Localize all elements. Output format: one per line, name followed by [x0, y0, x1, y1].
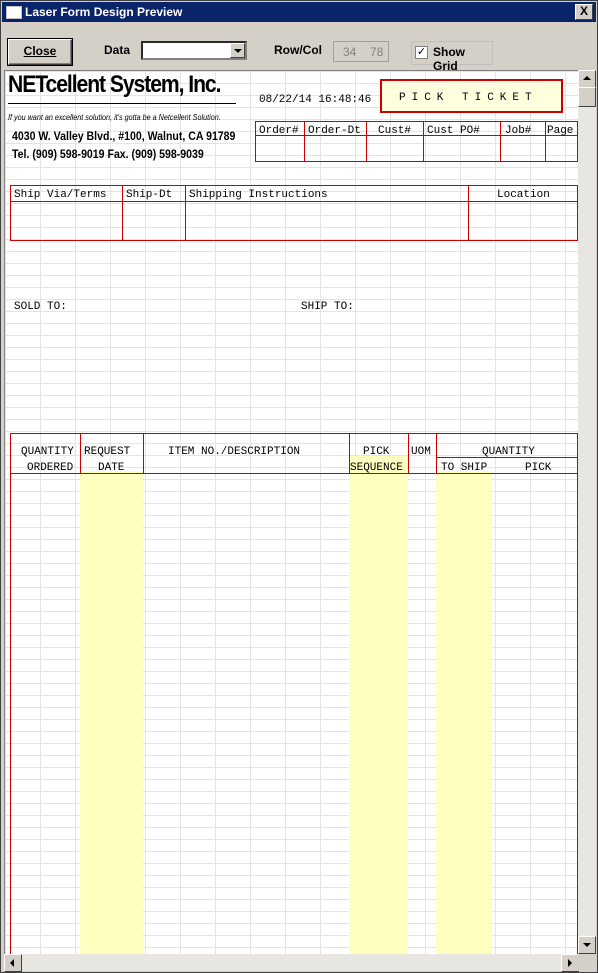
col-order-no: Order# [259, 125, 299, 137]
col-request-bottom: DATE [98, 462, 125, 474]
form-canvas: NETcellent System, Inc. If you want an e… [4, 70, 579, 954]
sold-to-label: SOLD TO: [14, 301, 67, 313]
col-uom: UOM [411, 446, 431, 458]
col-item-description: ITEM NO./DESCRIPTION [168, 446, 301, 458]
close-button[interactable]: Close [8, 39, 72, 65]
company-name: NETcellent System, Inc. [8, 71, 221, 98]
col-request-top: REQUEST [84, 446, 131, 458]
lines-col-sep [408, 433, 409, 474]
header-col-sep [304, 121, 305, 162]
lines-col-sep [80, 433, 81, 474]
col-page: Page [547, 125, 574, 137]
company-tagline: If you want an excellent solution, it's … [8, 113, 221, 122]
company-address: 4030 W. Valley Blvd., #100, Walnut, CA 9… [12, 129, 236, 143]
header-col-sep [545, 121, 546, 162]
col-order-date: Order-Dt [308, 125, 361, 137]
toolbar: Close Data Row/Col 34 78 ✓ Show Grid [2, 23, 596, 73]
form-preview-window: Laser Form Design Preview X Close Data R… [0, 0, 598, 973]
rowcol-field: 34 78 [333, 41, 389, 62]
scroll-left-icon[interactable] [4, 954, 22, 972]
lines-col-sep [143, 433, 144, 474]
col-qty-ordered-top: QUANTITY [21, 446, 74, 458]
shipping-divider [10, 201, 578, 202]
to-ship-column-fill [436, 471, 492, 954]
window-icon [6, 6, 22, 19]
rowcol-label: Row/Col [274, 43, 322, 57]
lines-col-sep [436, 433, 437, 474]
col-pick: PICK [525, 462, 552, 474]
vertical-scroll-thumb[interactable] [578, 87, 596, 107]
lines-left-border [10, 433, 11, 954]
col-cust-no: Cust# [378, 125, 412, 137]
col-shipping-instructions: Shipping Instructions [189, 189, 328, 201]
show-grid-checkbox[interactable]: ✓ [415, 46, 428, 59]
row-value: 34 [343, 45, 357, 59]
show-grid-label: Show Grid [433, 45, 465, 73]
company-underline [8, 103, 236, 104]
scrollbar-corner [578, 954, 596, 971]
company-phone: Tel. (909) 598-9019 Fax. (909) 598-9039 [12, 147, 204, 161]
scroll-up-icon[interactable] [578, 70, 596, 88]
request-date-column-fill [80, 471, 143, 954]
shipping-col-sep [122, 185, 123, 241]
col-value: 78 [370, 45, 384, 59]
scroll-down-icon[interactable] [578, 936, 596, 954]
vertical-scrollbar[interactable] [578, 70, 596, 954]
ship-to-label: SHIP TO: [301, 301, 354, 313]
col-to-ship: TO SHIP [441, 462, 488, 474]
window-title: Laser Form Design Preview [25, 5, 183, 19]
show-grid-toggle[interactable]: ✓ Show Grid [411, 41, 493, 73]
lines-top-border [10, 433, 578, 434]
data-label: Data [104, 43, 131, 57]
doc-title-box: PICK TICKET [380, 79, 563, 113]
horizontal-scrollbar[interactable] [4, 954, 579, 972]
col-ship-date: Ship-Dt [126, 189, 173, 201]
header-col-sep [423, 121, 424, 162]
doc-title: PICK TICKET [399, 92, 538, 104]
col-pick-bottom: SEQUENCE [350, 462, 403, 474]
header-col-sep [500, 121, 501, 162]
col-qty-ordered-bottom: ORDERED [27, 462, 74, 474]
window-close-button[interactable]: X [575, 4, 593, 20]
col-cust-po: Cust PO# [427, 125, 480, 137]
col-quantity-top: QUANTITY [482, 446, 535, 458]
chevron-down-icon[interactable] [230, 43, 245, 58]
shipping-col-sep [468, 185, 469, 241]
col-pick-top: PICK [363, 446, 390, 458]
col-ship-via: Ship Via/Terms [14, 189, 107, 201]
col-location: Location [497, 189, 550, 201]
shipping-col-sep [185, 185, 186, 241]
col-job-no: Job# [505, 125, 532, 137]
print-datetime: 08/22/14 16:48:46 [259, 94, 372, 106]
pick-sequence-column-fill [349, 456, 408, 954]
header-col-sep [366, 121, 367, 162]
title-bar[interactable]: Laser Form Design Preview X [2, 2, 596, 22]
scroll-right-icon[interactable] [561, 954, 579, 972]
lines-header-bottom [10, 473, 578, 474]
data-select[interactable] [141, 41, 247, 60]
